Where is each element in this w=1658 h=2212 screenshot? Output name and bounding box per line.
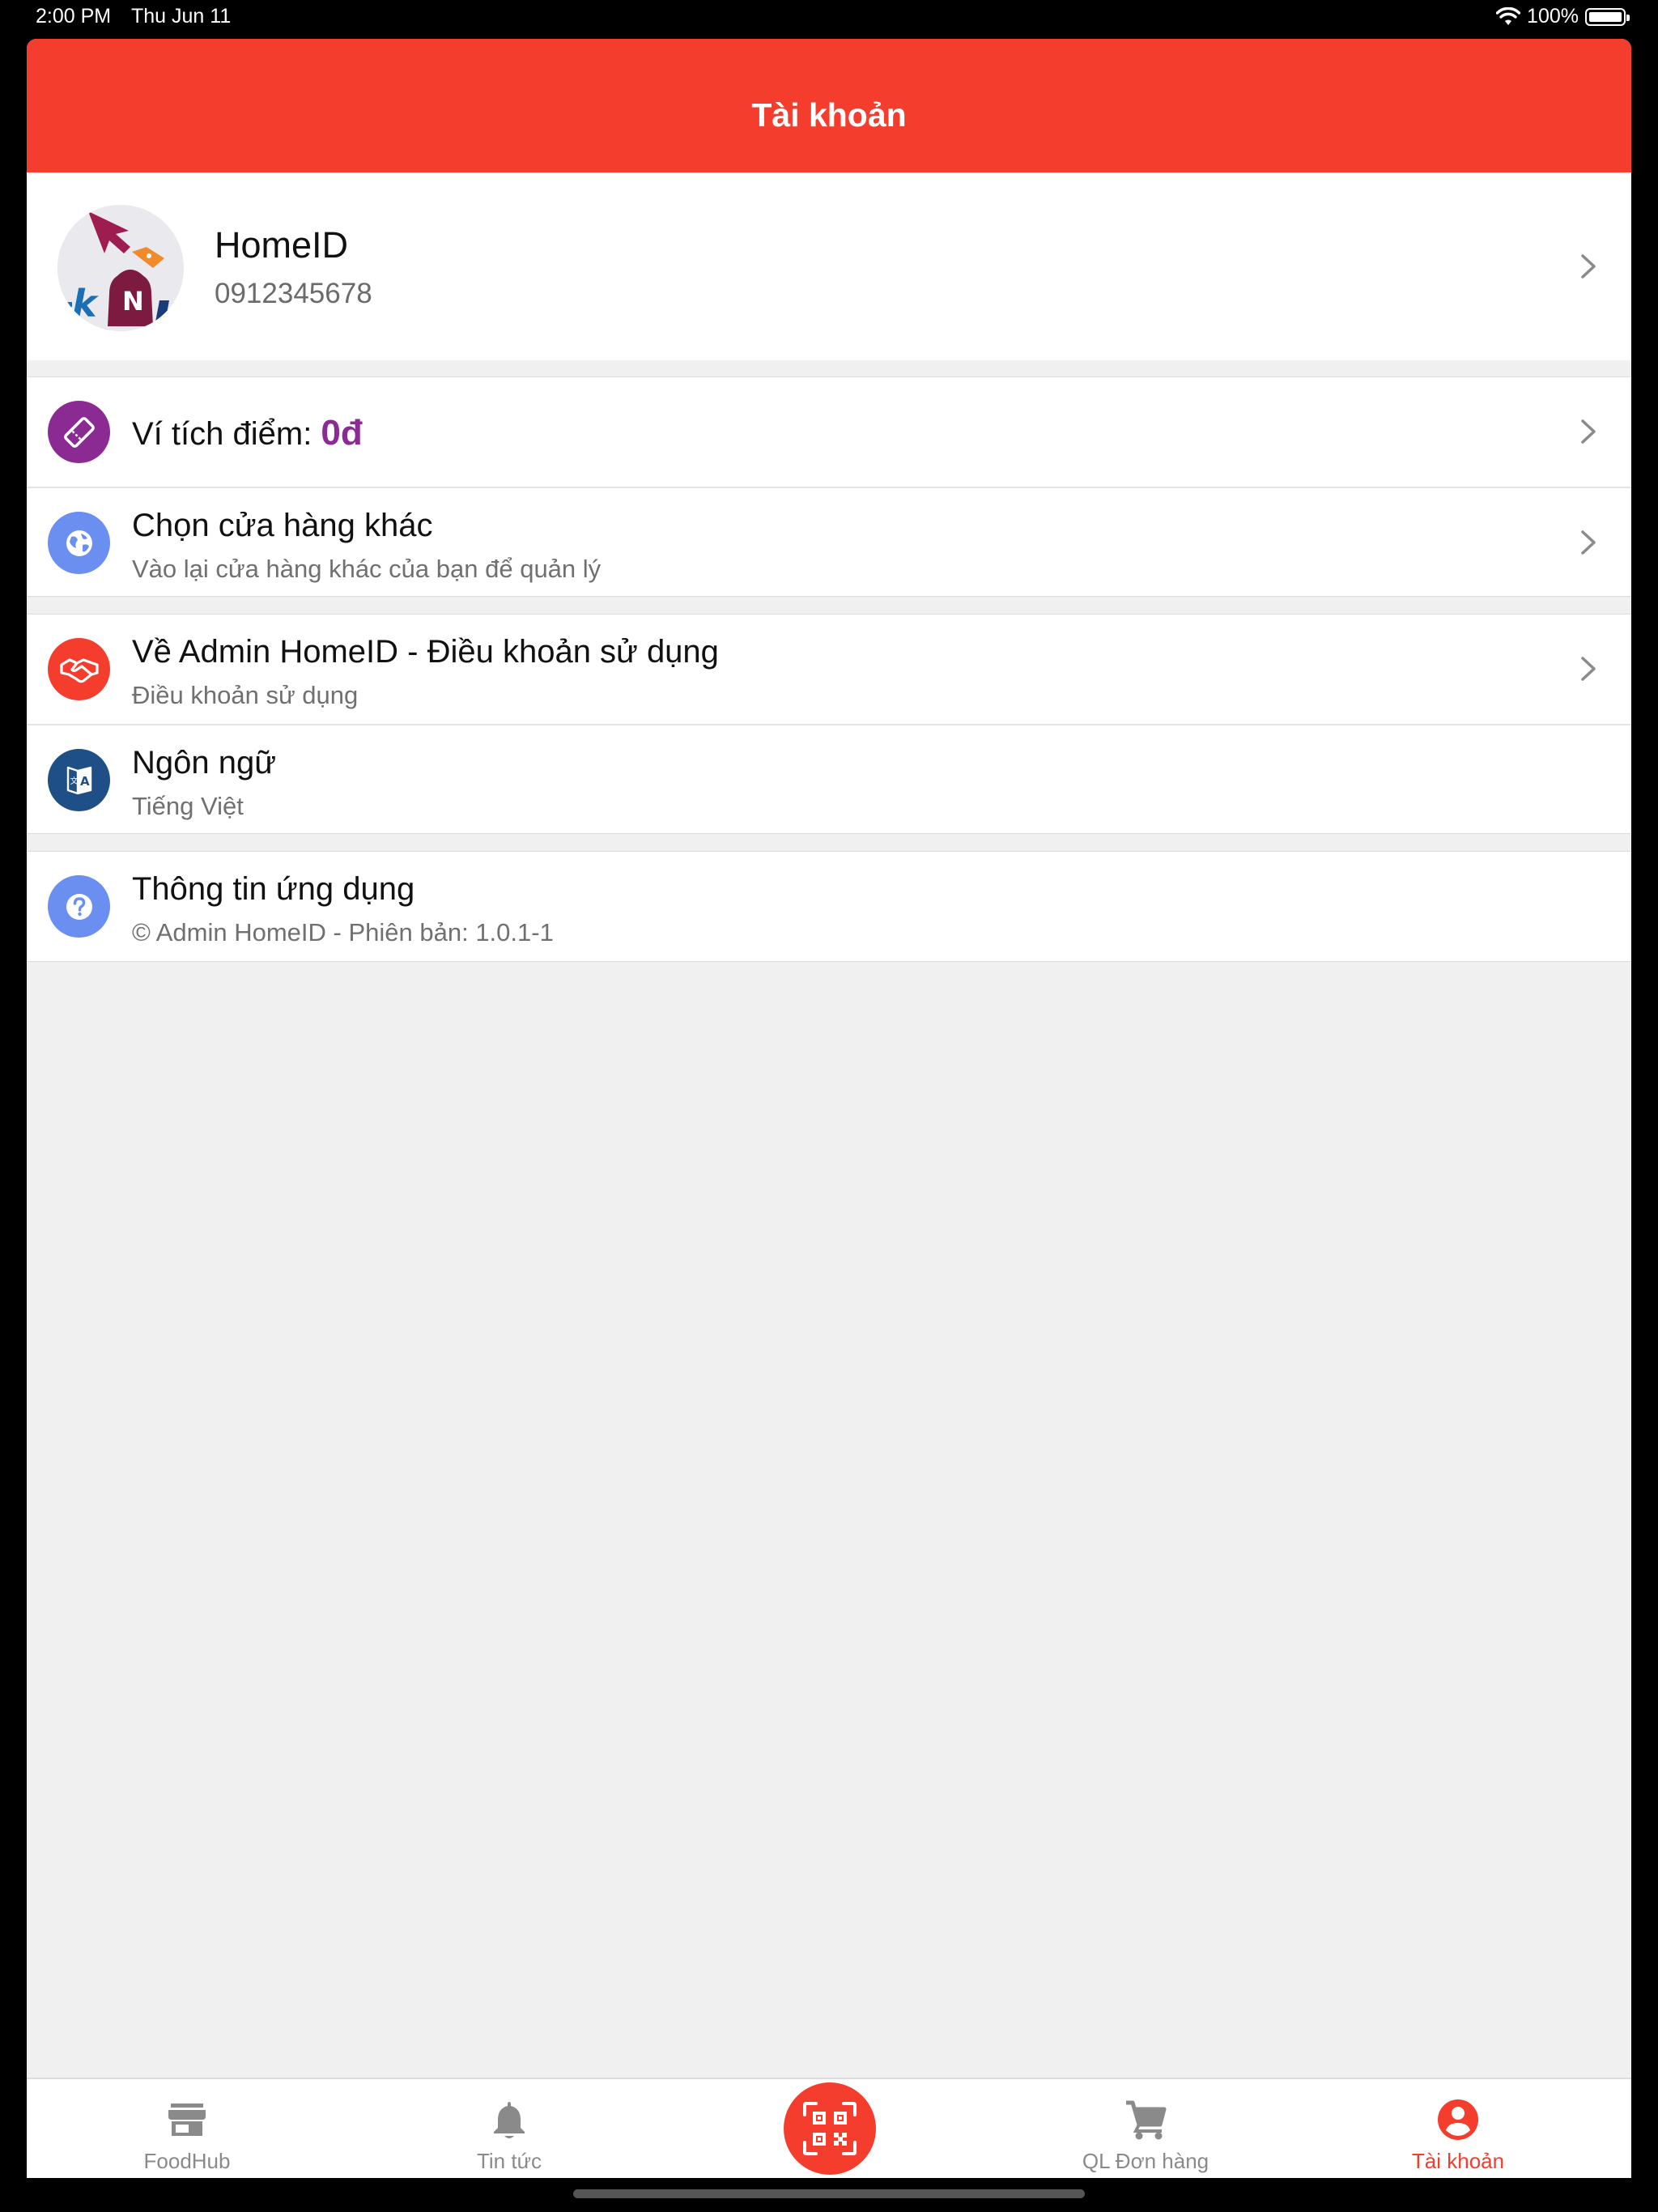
status-date: Thu Jun 11 [131,5,232,28]
points-label: Ví tích điểm: [132,416,321,452]
points-wallet-label: Ví tích điểm: 0đ [132,413,363,453]
store-icon [168,2104,206,2136]
header: Tài khoản [27,39,1631,172]
wifi-icon [1496,6,1521,25]
svg-text:N: N [122,286,144,317]
qr-scan-icon [803,2102,857,2155]
language-title: Ngôn ngữ [132,745,277,781]
svg-text:k: k [72,282,99,325]
tab-label-news: Tin tức [476,2149,542,2173]
qr-scan-button[interactable] [784,2082,876,2175]
ticket-icon [48,401,110,463]
avatar: N k [57,205,184,331]
switch-store-item[interactable]: Chọn cửa hàng khác Vào lại cửa hàng khác… [27,487,1631,596]
tab-news[interactable]: Tin tức [444,2079,574,2178]
profile-phone: 0912345678 [215,278,372,309]
tab-account[interactable]: Tài khoản [1393,2079,1523,2178]
home-indicator [573,2189,1085,2198]
about-terms-subtitle: Điều khoản sử dụng [132,681,359,709]
bell-icon [494,2102,525,2138]
menu-group-wallet: Ví tích điểm: 0đ Chọn cửa hàng khác Vào … [27,376,1631,597]
language-item[interactable]: 文 A Ngôn ngữ Tiếng Việt [27,724,1631,833]
help-icon [48,875,110,938]
handshake-icon [48,638,110,700]
account-circle-icon [1438,2099,1478,2140]
battery-percent: 100% [1527,5,1579,28]
bottom-tab-bar: FoodHub Tin tức QL Đơn hàng Tài khoản [27,2078,1631,2178]
status-bar: 2:00 PM Thu Jun 11 100% [0,0,1658,39]
translate-icon: 文 A [48,749,110,811]
points-wallet-item[interactable]: Ví tích điểm: 0đ [27,377,1631,487]
status-right: 100% [1496,5,1630,28]
app-info-subtitle: © Admin HomeID - Phiên bản: 1.0.1-1 [132,918,554,946]
switch-store-subtitle: Vào lại cửa hàng khác của bạn để quản lý [132,555,602,583]
profile-card[interactable]: N k HomeID 0912345678 [27,172,1631,360]
tab-label-foodhub: FoodHub [143,2149,231,2173]
status-time: 2:00 PM [36,5,112,28]
about-terms-item[interactable]: Về Admin HomeID - Điều khoản sử dụng Điề… [27,615,1631,724]
chevron-right-icon [1581,530,1596,555]
battery-icon [1585,7,1630,26]
page-title: Tài khoản [751,96,907,134]
about-terms-title: Về Admin HomeID - Điều khoản sử dụng [132,634,719,670]
language-subtitle: Tiếng Việt [132,792,244,820]
app-window: Tài khoản N k HomeID 0912345678 Ví tích … [27,39,1631,2178]
chevron-right-icon [1581,419,1596,444]
tab-label-account: Tài khoản [1411,2149,1505,2173]
svg-text:A: A [80,774,90,789]
app-info-title: Thông tin ứng dụng [132,871,415,907]
points-value: 0đ [321,413,363,453]
profile-name: HomeID [215,224,349,266]
globe-icon [48,512,110,574]
shop-logo-icon: N k [57,205,184,331]
tab-orders[interactable]: QL Đơn hàng [1056,2079,1235,2178]
menu-group-settings: Về Admin HomeID - Điều khoản sử dụng Điề… [27,614,1631,834]
app-info-item[interactable]: Thông tin ứng dụng © Admin HomeID - Phiê… [27,852,1631,961]
svg-text:文: 文 [70,776,78,786]
menu-group-info: Thông tin ứng dụng © Admin HomeID - Phiê… [27,851,1631,962]
switch-store-title: Chọn cửa hàng khác [132,508,433,543]
tab-foodhub[interactable]: FoodHub [122,2079,252,2178]
cart-icon [1126,2100,1167,2140]
tab-label-orders: QL Đơn hàng [1082,2149,1209,2173]
chevron-right-icon [1581,254,1596,279]
chevron-right-icon [1581,657,1596,681]
